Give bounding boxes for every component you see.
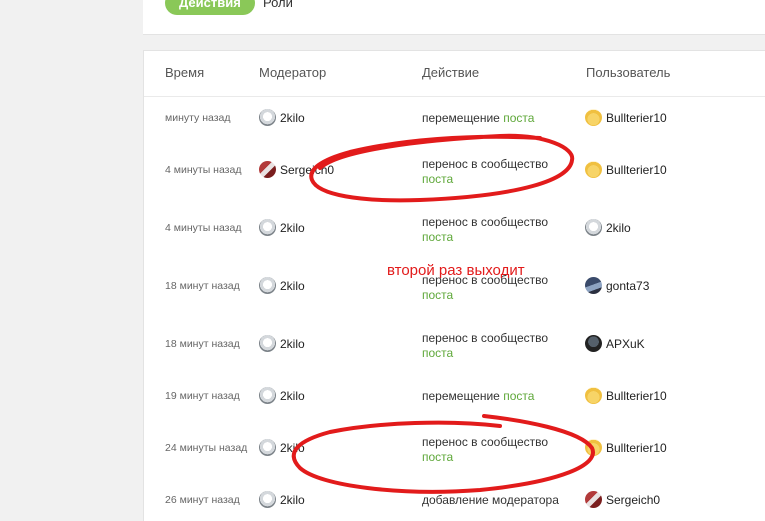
table-header: Время Модератор Действие Пользователь [144,51,765,97]
user-name: Bullterier10 [606,388,667,403]
tab-actions[interactable]: Действия [165,0,255,15]
moderation-log-table: Время Модератор Действие Пользователь ми… [143,50,765,521]
header-time: Время [165,65,205,80]
moderator-name: 2kilo [280,492,305,507]
action-post-link[interactable]: поста [503,111,534,125]
bull-avatar-icon [585,109,602,126]
row-time: 24 минуты назад [165,442,248,454]
user-link[interactable]: gonta73 [585,277,649,294]
row-time: 4 минуты назад [165,164,242,176]
action-text: перенос в сообщество [422,331,549,345]
user-link[interactable]: Sergeich0 [585,491,660,508]
user-name: Sergeich0 [606,492,661,507]
user-name: Bullterier10 [606,440,667,455]
gonta-avatar-icon [585,277,602,294]
user-link[interactable]: Bullterier10 [585,387,667,404]
bull-avatar-icon [585,161,602,178]
action-post-link[interactable]: поста [503,389,534,403]
action-post-link[interactable]: поста [422,450,453,464]
tab-roles[interactable]: Роли [249,0,307,15]
dog-avatar-icon [259,277,276,294]
moderator-name: 2kilo [280,110,305,125]
moderator-link[interactable]: 2kilo [259,387,305,404]
row-time: минуту назад [165,112,231,124]
moderator-name: 2kilo [280,278,305,293]
row-time: 18 минут назад [165,338,240,350]
user-link[interactable]: APXuK [585,335,645,352]
user-name: APXuK [606,336,645,351]
row-action: перенос в сообщество поста [422,331,548,361]
moderator-name: 2kilo [280,336,305,351]
dog-avatar-icon [259,439,276,456]
row-action: перенос в сообщество поста [422,215,548,245]
dog-avatar-icon [585,219,602,236]
row-time: 18 минут назад [165,280,240,292]
bull-avatar-icon [585,387,602,404]
action-text: перенос в сообщество [422,215,549,229]
user-link[interactable]: Bullterier10 [585,109,667,126]
moderator-link[interactable]: 2kilo [259,219,305,236]
user-name: Bullterier10 [606,162,667,177]
action-post-link[interactable]: поста [422,288,453,302]
dog-avatar-icon [259,219,276,236]
moderator-link[interactable]: 2kilo [259,109,305,126]
moderator-name: 2kilo [280,440,305,455]
moderator-name: Sergeich0 [280,162,335,177]
action-text: перемещение [422,111,500,125]
row-action: перенос в сообщество поста [422,157,548,187]
user-link[interactable]: Bullterier10 [585,439,667,456]
row-time: 26 минут назад [165,494,240,506]
row-action: перемещение поста [422,111,534,126]
user-name: Bullterier10 [606,110,667,125]
row-time: 19 минут назад [165,390,240,402]
user-name: gonta73 [606,278,650,293]
dog-avatar-icon [259,491,276,508]
action-text: перенос в сообщество [422,435,549,449]
row-action: перенос в сообщество поста [422,435,548,465]
dog-avatar-icon [259,109,276,126]
action-text: перемещение [422,389,500,403]
moderator-name: 2kilo [280,388,305,403]
user-link[interactable]: 2kilo [585,219,631,236]
user-name: 2kilo [606,220,631,235]
action-post-link[interactable]: поста [422,346,453,360]
sergeich-avatar-icon [259,161,276,178]
action-post-link[interactable]: поста [422,172,453,186]
bull-avatar-icon [585,439,602,456]
moderator-link[interactable]: 2kilo [259,491,305,508]
dog-avatar-icon [259,387,276,404]
row-time: 4 минуты назад [165,222,242,234]
header-action: Действие [422,65,480,80]
moderator-link[interactable]: Sergeich0 [259,161,334,178]
moderator-link[interactable]: 2kilo [259,439,305,456]
action-text: добавление модератора [422,493,559,507]
header-user: Пользователь [586,65,671,80]
row-action: добавление модератора [422,493,559,508]
tabs-bar: Действия Роли [143,0,765,35]
moderator-link[interactable]: 2kilo [259,277,305,294]
header-moderator: Модератор [259,65,327,80]
annotation-text: второй раз выходит [387,262,525,279]
moderator-name: 2kilo [280,220,305,235]
sergeich-avatar-icon [585,491,602,508]
moderator-link[interactable]: 2kilo [259,335,305,352]
dog-avatar-icon [259,335,276,352]
apxuk-avatar-icon [585,335,602,352]
action-post-link[interactable]: поста [422,230,453,244]
user-link[interactable]: Bullterier10 [585,161,667,178]
row-action: перемещение поста [422,389,534,404]
action-text: перенос в сообщество [422,157,549,171]
